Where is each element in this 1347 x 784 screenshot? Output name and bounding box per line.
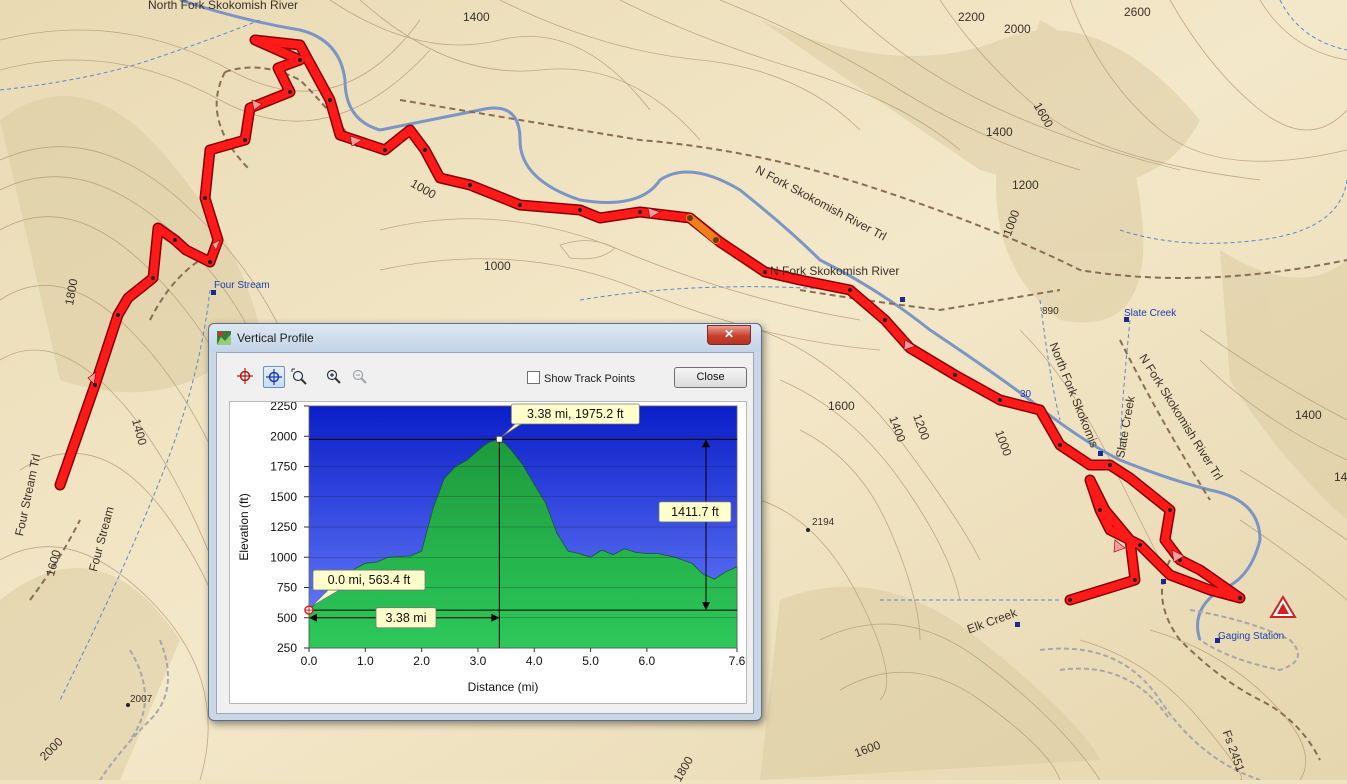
- river-label: N Fork Skokomish River: [770, 264, 900, 278]
- poi-marker-icon[interactable]: [1098, 451, 1103, 456]
- spot-elevation-label: 2007: [130, 694, 153, 705]
- zoom-area-icon: [291, 368, 307, 385]
- contour-label: 1400: [463, 10, 490, 24]
- poi-label[interactable]: Four Stream: [214, 280, 270, 291]
- y-axis-label: Elevation (ft): [237, 493, 251, 560]
- y-tick-label: 250: [277, 641, 297, 655]
- x-tick-label: 4.0: [526, 654, 543, 668]
- y-tick-label: 500: [277, 611, 297, 625]
- poi-marker-icon[interactable]: [1124, 317, 1129, 322]
- poi-marker-icon[interactable]: [1161, 579, 1166, 584]
- vertical-profile-dialog[interactable]: Vertical Profile ✕ Show Track Points Clo…: [208, 323, 762, 721]
- y-tick-label: 1750: [270, 460, 297, 474]
- spot-elevation-label: 890: [1042, 306, 1059, 317]
- x-axis-label: Distance (mi): [468, 680, 539, 694]
- contour-label: 1200: [1012, 178, 1039, 192]
- spot-elevation-label: 2194: [812, 517, 835, 528]
- zoom-in-icon: [326, 369, 341, 384]
- elevation-chart-panel[interactable]: 2250 2000 1750 1500 1250 1000 750 500 250 0.0 1.0 2…: [229, 401, 747, 704]
- y-tick-label: 1250: [270, 520, 297, 534]
- dialog-titlebar[interactable]: Vertical Profile ✕: [209, 324, 761, 352]
- show-track-points-label: Show Track Points: [544, 373, 636, 385]
- locate-icon: [237, 368, 253, 384]
- zoom-out-icon: [352, 369, 367, 384]
- y-tick-label: 750: [277, 581, 297, 595]
- dialog-title: Vertical Profile: [237, 331, 314, 345]
- contour-label: 2600: [1124, 5, 1151, 19]
- peak-marker-icon: [495, 435, 503, 443]
- distance-label: 3.38 mi: [386, 611, 427, 625]
- route-number-label: 30: [1020, 389, 1032, 400]
- x-tick-label: 6.0: [639, 654, 656, 668]
- close-button[interactable]: Close: [674, 367, 747, 388]
- map-label-river: North Fork Skokomish River: [148, 0, 299, 12]
- peak-marker-icon: [806, 528, 810, 532]
- x-tick-label: 1.0: [357, 654, 374, 668]
- zoom-out-tool-button[interactable]: [349, 366, 371, 388]
- poi-marker-icon[interactable]: [211, 290, 216, 295]
- checkbox-box[interactable]: [527, 371, 540, 384]
- locate-tool-button[interactable]: [235, 366, 257, 388]
- show-track-points-checkbox[interactable]: Show Track Points: [527, 371, 635, 385]
- y-tick-label: 1000: [270, 550, 297, 564]
- gain-label: 1411.7 ft: [671, 505, 719, 519]
- x-tick-label: 5.0: [582, 654, 599, 668]
- contour-label: 1400: [986, 125, 1013, 139]
- select-icon: [266, 369, 282, 385]
- poi-marker-icon[interactable]: [900, 297, 905, 302]
- select-tool-button[interactable]: [263, 366, 285, 388]
- x-tick-label: 3.0: [470, 654, 487, 668]
- y-tick-label: 1500: [270, 490, 297, 504]
- x-tick-label: 7.6: [729, 654, 746, 668]
- close-x-icon[interactable]: ✕: [707, 325, 751, 345]
- peak-callout-label: 3.38 mi, 1975.2 ft: [527, 407, 624, 421]
- contour-label: 1000: [484, 259, 511, 273]
- dialog-client: Show Track Points Close 2250 2000 1750 1500…: [216, 352, 754, 714]
- x-tick-label: 0.0: [301, 654, 318, 668]
- poi-marker-icon[interactable]: [1015, 622, 1020, 627]
- poi-marker-icon[interactable]: [1215, 638, 1220, 643]
- x-tick-label: 2.0: [413, 654, 430, 668]
- y-tick-label: 2000: [270, 429, 297, 443]
- zoom-area-tool-button[interactable]: [289, 366, 311, 388]
- contour-label: 2000: [1004, 22, 1031, 36]
- contour-label: 2200: [958, 10, 985, 24]
- contour-label: 1400: [1295, 408, 1322, 422]
- elevation-chart[interactable]: 2250 2000 1750 1500 1250 1000 750 500 250 0.0 1.0 2…: [230, 402, 746, 703]
- y-tick-label: 2250: [270, 402, 297, 413]
- poi-label[interactable]: Gaging Station: [1218, 631, 1284, 642]
- contour-label: 1400: [1334, 470, 1347, 484]
- poi-label[interactable]: Slate Creek: [1124, 308, 1176, 319]
- app-icon: [217, 331, 231, 345]
- contour-label: 1600: [828, 399, 855, 413]
- start-callout-label: 0.0 mi, 563.4 ft: [328, 573, 411, 587]
- zoom-in-tool-button[interactable]: [323, 366, 345, 388]
